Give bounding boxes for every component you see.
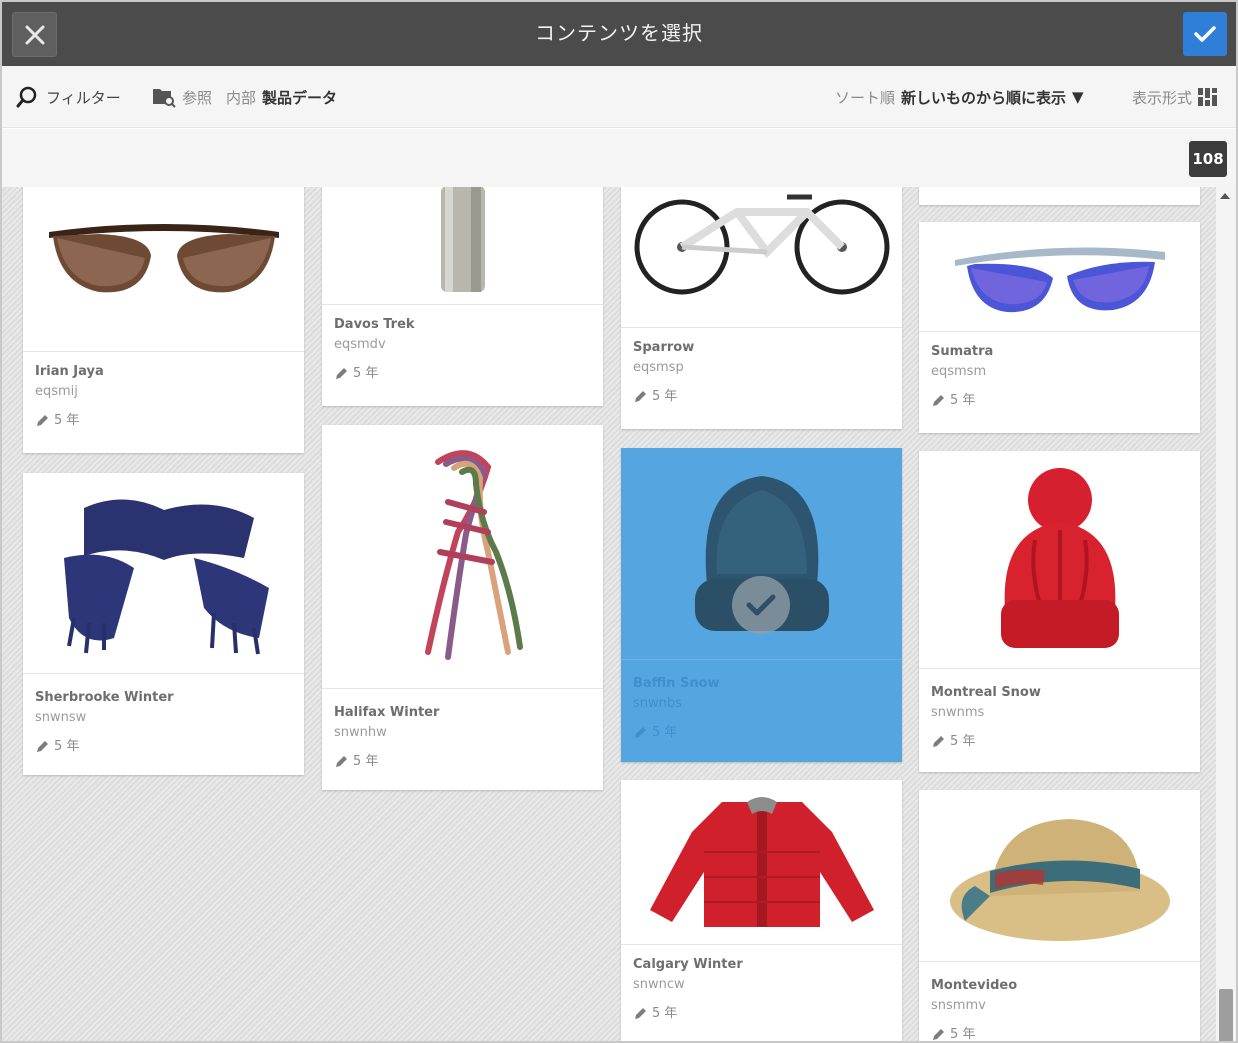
pencil-icon — [933, 1029, 944, 1040]
pencil-icon — [933, 395, 944, 406]
toolbar: フィルター 参照 内部 製品データ ソート順 新しいものから順に表示 ▼ 表示形… — [2, 66, 1236, 128]
card-code: eqsmsm — [931, 364, 987, 379]
card-title: Calgary Winter — [633, 957, 743, 972]
sort-dropdown[interactable]: ソート順 新しいものから順に表示 ▼ — [835, 66, 1084, 128]
asset-card-sherbrooke-winter[interactable]: Sherbrooke Winter snwnsw 5 年 — [23, 473, 304, 775]
card-code: snsmmv — [931, 998, 986, 1013]
pencil-icon — [635, 727, 646, 738]
view-mode-button[interactable]: 表示形式 — [1132, 66, 1218, 128]
count-bar: 108 — [2, 129, 1236, 187]
card-code: snwnsw — [35, 710, 87, 725]
card-modified: 5 年 — [54, 413, 80, 428]
scroll-thumb[interactable] — [1219, 989, 1233, 1041]
product-image-bicycle — [621, 187, 902, 328]
sort-value: 新しいものから順に表示 — [901, 88, 1067, 107]
card-grid[interactable]: Irian Jaya eqsmij 5 年 Sherbrooke Winter … — [2, 187, 1216, 1042]
card-title: Halifax Winter — [334, 705, 440, 720]
card-modified: 5 年 — [950, 734, 976, 749]
card-code: snwncw — [633, 977, 685, 992]
card-code: eqsmsp — [633, 360, 684, 375]
card-modified: 5 年 — [353, 366, 379, 381]
card-code: eqsmdv — [334, 337, 386, 352]
pencil-icon — [635, 1008, 646, 1019]
card-modified: 5 年 — [950, 1027, 976, 1042]
product-image-water-bottle — [322, 187, 603, 305]
scrollbar[interactable] — [1216, 187, 1236, 1041]
product-image-sunglasses-brown — [23, 187, 304, 352]
card-code: snwnbs — [633, 696, 682, 711]
asset-card-sparrow[interactable]: Sparrow eqsmsp 5 年 — [621, 187, 902, 429]
pencil-icon — [37, 415, 48, 426]
card-title: Sumatra — [931, 344, 994, 359]
folder-search-icon — [153, 89, 176, 108]
dialog-title: コンテンツを選択 — [535, 21, 703, 45]
card-title: Sherbrooke Winter — [35, 690, 174, 705]
title-bar: コンテンツを選択 — [2, 2, 1236, 66]
asset-card-baffin-snow-selected[interactable]: Baffin Snow snwnbs 5 年 — [621, 448, 902, 762]
product-image-red-jacket — [621, 780, 902, 945]
asset-card-montevideo[interactable]: Montevideo snsmmv 5 年 — [919, 790, 1200, 1042]
card-code: eqsmij — [35, 384, 78, 399]
card-title: Sparrow — [633, 340, 695, 355]
check-icon — [1194, 26, 1216, 42]
card-modified: 5 年 — [950, 393, 976, 408]
pencil-icon — [635, 391, 646, 402]
product-image-sunglasses-blue — [919, 222, 1200, 332]
card-title: Davos Trek — [334, 317, 415, 332]
asset-card-sumatra[interactable]: Sumatra eqsmsm 5 年 — [919, 222, 1200, 433]
confirm-button[interactable] — [1183, 12, 1227, 56]
location-value: 製品データ — [262, 88, 338, 107]
asset-card-montreal-snow[interactable]: Montreal Snow snwnms 5 年 — [919, 451, 1200, 772]
pencil-icon — [933, 736, 944, 747]
card-title: Irian Jaya — [35, 364, 104, 379]
content-picker-dialog: コンテンツを選択 フィルター 参照 内部 製品データ ソート順 新しいものから順… — [0, 0, 1238, 1043]
selected-check-icon — [732, 576, 790, 634]
sort-label: ソート順 — [835, 88, 896, 107]
chevron-down-icon: ▼ — [1072, 88, 1084, 106]
product-image-straw-hat — [919, 790, 1200, 962]
pencil-icon — [37, 741, 48, 752]
location-prefix: 内部 — [226, 88, 257, 107]
card-title: Baffin Snow — [633, 676, 720, 691]
asset-card-halifax-winter[interactable]: Halifax Winter snwnhw 5 年 — [322, 425, 603, 790]
card-code: snwnhw — [334, 725, 387, 740]
asset-card-calgary-winter[interactable]: Calgary Winter snwncw 5 年 — [621, 780, 902, 1041]
card-modified: 5 年 — [652, 725, 678, 740]
card-title: Montevideo — [931, 978, 1018, 993]
card-modified: 5 年 — [652, 1006, 678, 1021]
card-title: Montreal Snow — [931, 685, 1041, 700]
pencil-icon — [336, 368, 347, 379]
result-count-badge: 108 — [1189, 141, 1227, 177]
filter-button[interactable]: フィルター — [16, 66, 121, 128]
card-modified: 5 年 — [353, 754, 379, 769]
product-image-red-bobble-hat — [919, 451, 1200, 669]
search-icon — [16, 86, 37, 108]
product-image-scarf-navy — [23, 473, 304, 674]
card-modified: 5 年 — [54, 739, 80, 754]
card-modified: 5 年 — [652, 389, 678, 404]
asset-card-davos-trek[interactable]: Davos Trek eqsmdv 5 年 — [322, 187, 603, 406]
browse-button[interactable]: 参照 内部 製品データ — [152, 66, 337, 128]
card-view-icon — [1198, 88, 1218, 106]
card-code: snwnms — [931, 705, 985, 720]
product-image-beanie-blue — [621, 448, 902, 660]
pencil-icon — [336, 756, 347, 767]
browse-label: 参照 — [182, 88, 213, 107]
asset-card-partial[interactable] — [919, 187, 1200, 205]
view-label: 表示形式 — [1132, 88, 1193, 107]
product-image-striped-scarf — [322, 425, 603, 689]
scroll-up-arrow-icon[interactable] — [1220, 193, 1230, 199]
asset-card-irian-jaya[interactable]: Irian Jaya eqsmij 5 年 — [23, 187, 304, 453]
filter-label: フィルター — [46, 88, 121, 107]
